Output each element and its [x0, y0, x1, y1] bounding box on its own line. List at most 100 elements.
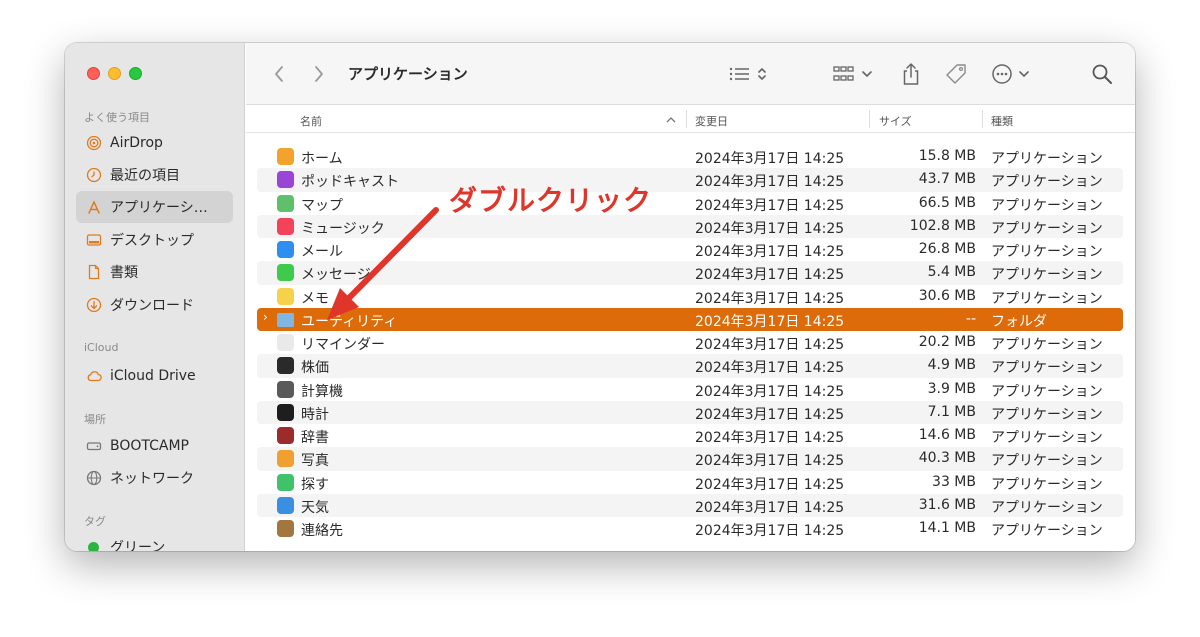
file-name: メール: [301, 244, 343, 260]
file-kind: アプリケーション: [991, 244, 1103, 260]
file-size: 33 MB: [932, 473, 976, 490]
app-icon: [277, 171, 294, 189]
app-icon: [277, 403, 294, 421]
column-divider[interactable]: [869, 110, 870, 128]
table-row[interactable]: 連絡先 2024年3月17日 14:25 14.1 MB アプリケーション: [257, 517, 1123, 540]
file-name: 探す: [301, 476, 329, 493]
file-kind: アプリケーション: [991, 197, 1103, 214]
document-icon: [86, 264, 102, 280]
app-icon: [277, 241, 294, 258]
file-kind: アプリケーション: [991, 383, 1103, 400]
column-header-name[interactable]: 名前: [300, 113, 322, 129]
file-name: リマインダー: [301, 337, 385, 353]
file-name: マップ: [301, 197, 343, 214]
file-kind: アプリケーション: [991, 267, 1103, 284]
table-row[interactable]: マップ 2024年3月17日 14:25 66.5 MB アプリケーション: [257, 192, 1123, 215]
file-name: 株価: [301, 360, 329, 377]
column-divider[interactable]: [686, 110, 687, 128]
table-row[interactable]: リマインダー 2024年3月17日 14:25 20.2 MB アプリケーション: [257, 331, 1123, 354]
modified-date: 2024年3月17日 14:25: [695, 151, 845, 167]
forward-button[interactable]: [310, 61, 328, 87]
sidebar-item-label: AirDrop: [110, 135, 163, 151]
modified-date: 2024年3月17日 14:25: [695, 337, 845, 353]
column-header-date[interactable]: 変更日: [695, 113, 728, 129]
table-row[interactable]: 辞書 2024年3月17日 14:25 14.6 MB アプリケーション: [257, 424, 1123, 447]
file-name: ミュージック: [301, 220, 385, 237]
modified-date: 2024年3月17日 14:25: [695, 174, 845, 191]
file-size: 31.6 MB: [918, 496, 976, 513]
sidebar-item-recents[interactable]: 最近の項目: [76, 159, 233, 191]
desktop-icon: [86, 232, 102, 248]
chevron-left-icon: [275, 66, 283, 82]
applications-icon: [86, 199, 102, 215]
tag-color-dot: [88, 541, 99, 551]
table-row[interactable]: ホーム 2024年3月17日 14:25 15.8 MB アプリケーション: [257, 145, 1123, 168]
disclosure-chevron-icon[interactable]: ›: [263, 310, 268, 324]
back-button[interactable]: [270, 61, 288, 87]
sidebar-section-favorites: よく使う項目: [84, 111, 150, 124]
file-list: 名前 変更日 サイズ 種類 ホーム 2024年3月17日 14:25 15.8 MB…: [246, 106, 1135, 551]
sidebar-item-bootcamp[interactable]: BOOTCAMP: [76, 430, 233, 462]
airdrop-icon: [86, 135, 102, 151]
app-icon: [277, 148, 294, 165]
file-size: 40.3 MB: [918, 450, 976, 467]
folder-row[interactable]: › ユーティリティ 2024年3月17日 14:25 -- フォルダ: [257, 307, 1123, 331]
sidebar-item-label: ダウンロード: [110, 298, 194, 314]
file-size: 30.6 MB: [918, 287, 976, 304]
sidebar-item-label: ネットワーク: [110, 471, 194, 487]
sidebar-item-desktop[interactable]: デスクトップ: [76, 224, 233, 256]
window-title: アプリケーション: [348, 65, 468, 83]
chevron-right-icon: [315, 66, 323, 82]
file-size: 20.2 MB: [918, 334, 976, 350]
table-row[interactable]: 計算機 2024年3月17日 14:25 3.9 MB アプリケーション: [257, 378, 1123, 401]
table-row[interactable]: 探す 2024年3月17日 14:25 33 MB アプリケーション: [257, 471, 1123, 494]
table-row[interactable]: 時計 2024年3月17日 14:25 7.1 MB アプリケーション: [257, 400, 1123, 424]
view-options-button[interactable]: [728, 61, 772, 87]
app-icon: [277, 496, 294, 514]
download-icon: [86, 297, 102, 313]
table-row[interactable]: メモ 2024年3月17日 14:25 30.6 MB アプリケーション: [257, 285, 1123, 308]
tag-button[interactable]: [943, 61, 969, 87]
table-row[interactable]: 写真 2024年3月17日 14:25 40.3 MB アプリケーション: [257, 447, 1123, 471]
sidebar-item-tag-green[interactable]: グリーン: [76, 531, 233, 551]
close-button[interactable]: [87, 67, 100, 80]
table-row[interactable]: ポッドキャスト 2024年3月17日 14:25 43.7 MB アプリケーション: [257, 168, 1123, 192]
grid-group-icon: [833, 66, 872, 81]
column-divider[interactable]: [982, 110, 983, 128]
sidebar-item-label: デスクトップ: [110, 233, 194, 249]
app-icon: [277, 334, 294, 351]
file-kind: フォルダ: [991, 313, 1047, 330]
group-button[interactable]: [833, 61, 877, 87]
zoom-button[interactable]: [129, 67, 142, 80]
column-header-size[interactable]: サイズ: [879, 113, 912, 129]
table-row[interactable]: 天気 2024年3月17日 14:25 31.6 MB アプリケーション: [257, 493, 1123, 517]
more-actions-button[interactable]: [991, 61, 1035, 87]
file-name: ユーティリティ: [301, 313, 398, 330]
sidebar-item-network[interactable]: ネットワーク: [76, 462, 233, 494]
app-icon: [277, 380, 294, 398]
sidebar-item-documents[interactable]: 書類: [76, 256, 233, 288]
app-icon: [277, 520, 294, 537]
sort-ascending-icon: [666, 117, 676, 123]
sidebar-item-airdrop[interactable]: AirDrop: [76, 127, 233, 159]
file-name: 天気: [301, 499, 329, 516]
modified-date: 2024年3月17日 14:25: [695, 499, 845, 516]
table-row[interactable]: 株価 2024年3月17日 14:25 4.9 MB アプリケーション: [257, 354, 1123, 378]
table-row[interactable]: メール 2024年3月17日 14:25 26.8 MB アプリケーション: [257, 238, 1123, 261]
file-kind: アプリケーション: [991, 430, 1103, 446]
table-row[interactable]: ミュージック 2024年3月17日 14:25 102.8 MB アプリケーション: [257, 214, 1123, 238]
file-size: 4.9 MB: [927, 357, 976, 374]
share-button[interactable]: [899, 61, 923, 87]
sidebar-item-icloud-drive[interactable]: iCloud Drive: [76, 360, 233, 392]
sidebar-item-applications[interactable]: アプリケーシ…: [76, 191, 233, 223]
table-row[interactable]: メッセージ 2024年3月17日 14:25 5.4 MB アプリケーション: [257, 261, 1123, 285]
modified-date: 2024年3月17日 14:25: [695, 313, 845, 330]
sidebar-item-downloads[interactable]: ダウンロード: [76, 289, 233, 321]
search-button[interactable]: [1089, 61, 1115, 87]
minimize-button[interactable]: [108, 67, 121, 80]
file-name: 計算機: [301, 383, 343, 400]
column-header-kind[interactable]: 種類: [991, 113, 1013, 129]
file-name: 写真: [301, 453, 329, 470]
file-size: 43.7 MB: [918, 171, 976, 188]
file-size: 66.5 MB: [918, 194, 976, 211]
